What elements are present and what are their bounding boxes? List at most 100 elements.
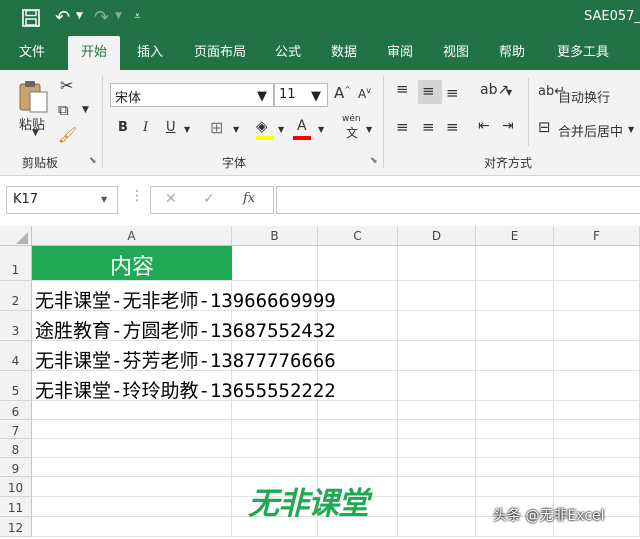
- orientation-icon[interactable]: ab↗: [480, 82, 509, 98]
- redo-dropdown-icon[interactable]: ▼: [115, 11, 122, 21]
- decrease-indent-icon[interactable]: ⇤: [478, 118, 490, 134]
- formula-input[interactable]: [276, 186, 640, 214]
- underline-dropdown-icon[interactable]: ▼: [184, 125, 190, 134]
- tab-page-layout[interactable]: 页面布局: [184, 36, 256, 70]
- tab-data[interactable]: 数据: [322, 36, 366, 70]
- align-middle-icon: ≡: [422, 82, 435, 100]
- paste-icon[interactable]: [18, 80, 50, 114]
- merge-center-icon[interactable]: ⊟: [538, 118, 551, 136]
- cut-icon[interactable]: ✂: [60, 76, 73, 95]
- tab-review[interactable]: 审阅: [378, 36, 422, 70]
- font-size-combo[interactable]: 11 ▼: [274, 83, 328, 107]
- row-header[interactable]: 2: [0, 281, 32, 311]
- underline-button[interactable]: U: [166, 120, 176, 135]
- font-color-swatch: [293, 136, 311, 140]
- row-header[interactable]: 5: [0, 371, 32, 401]
- row-header[interactable]: 12: [0, 517, 32, 537]
- tab-more-tools[interactable]: 更多工具: [548, 36, 618, 70]
- undo-icon[interactable]: ↶: [55, 7, 70, 28]
- paste-dropdown-icon[interactable]: ▼: [32, 128, 39, 138]
- separator: [528, 78, 529, 146]
- column-header-b[interactable]: B: [232, 226, 318, 246]
- tab-formulas[interactable]: 公式: [266, 36, 310, 70]
- chevron-down-icon[interactable]: ▼: [101, 195, 107, 204]
- row-header[interactable]: 11: [0, 497, 32, 517]
- font-launcher-icon[interactable]: ⬊: [370, 156, 378, 166]
- row-header[interactable]: 10: [0, 477, 32, 497]
- gridline: [32, 438, 640, 439]
- insert-function-button[interactable]: fx: [243, 191, 255, 206]
- customize-toolbar-icon[interactable]: ⩡: [134, 9, 141, 24]
- align-center-icon[interactable]: ≡: [422, 118, 435, 136]
- document-title: SAE057_S: [584, 9, 640, 24]
- phonetic-dropdown-icon[interactable]: ▼: [366, 125, 372, 134]
- align-left-icon[interactable]: ≡: [396, 118, 409, 136]
- wrap-text-button[interactable]: 自动换行: [558, 87, 610, 106]
- merge-dropdown-icon[interactable]: ▼: [628, 125, 634, 134]
- bold-button[interactable]: B: [118, 120, 128, 135]
- row-header[interactable]: 1: [0, 246, 32, 281]
- align-bottom-icon[interactable]: ≡: [446, 84, 459, 102]
- italic-button[interactable]: I: [143, 120, 148, 135]
- cell-a1[interactable]: 内容: [32, 246, 232, 280]
- align-top-icon[interactable]: ≡: [396, 80, 409, 98]
- row-header[interactable]: 6: [0, 401, 32, 420]
- copy-dropdown-icon[interactable]: ▼: [82, 105, 89, 115]
- name-box-value: K17: [13, 192, 39, 207]
- save-icon[interactable]: [22, 9, 40, 27]
- format-painter-icon[interactable]: 🖌: [58, 126, 77, 144]
- fill-color-icon[interactable]: ◈: [256, 117, 268, 135]
- font-group-label: 字体: [222, 156, 247, 170]
- name-box[interactable]: K17 ▼: [6, 186, 118, 214]
- enter-icon[interactable]: ✓: [203, 191, 215, 207]
- font-color-dropdown-icon[interactable]: ▼: [318, 125, 324, 134]
- tab-insert[interactable]: 插入: [126, 36, 174, 70]
- gridline: [32, 476, 640, 477]
- column-header-e[interactable]: E: [476, 226, 554, 246]
- cell-a2[interactable]: 无非课堂-无非老师-13966669999: [35, 286, 336, 313]
- increase-indent-icon[interactable]: ⇥: [502, 118, 514, 134]
- tab-help[interactable]: 帮助: [490, 36, 534, 70]
- redo-icon[interactable]: ↷: [94, 7, 109, 28]
- borders-icon[interactable]: ⊞: [210, 118, 223, 137]
- phonetic-button[interactable]: wén: [342, 114, 361, 124]
- formula-buttons: ✕ ✓ fx: [150, 186, 274, 214]
- orientation-dropdown-icon[interactable]: ▼: [506, 88, 512, 97]
- row-header[interactable]: 3: [0, 311, 32, 341]
- copy-icon[interactable]: ⧉: [58, 101, 69, 119]
- fill-color-dropdown-icon[interactable]: ▼: [278, 125, 284, 134]
- title-bar: ↶ ▼ ↷ ▼ ⩡ SAE057_S: [0, 0, 640, 36]
- cell-a3[interactable]: 途胜教育-方圆老师-13687552432: [35, 316, 336, 343]
- decrease-font-size-icon[interactable]: Av: [358, 86, 371, 101]
- cell-a5[interactable]: 无非课堂-玲玲助教-13655552222: [35, 376, 336, 403]
- row-header[interactable]: 8: [0, 439, 32, 458]
- gridline: [397, 246, 398, 537]
- chevron-down-icon[interactable]: ▼: [311, 89, 321, 104]
- borders-dropdown-icon[interactable]: ▼: [233, 125, 239, 134]
- cancel-icon[interactable]: ✕: [165, 191, 177, 207]
- cell-a1-text: 内容: [109, 255, 154, 280]
- font-name-value: 宋体: [115, 91, 142, 106]
- tab-home[interactable]: 开始: [68, 36, 120, 70]
- row-header[interactable]: 4: [0, 341, 32, 371]
- align-right-icon[interactable]: ≡: [446, 118, 459, 136]
- row-header[interactable]: 9: [0, 458, 32, 477]
- column-header-d[interactable]: D: [398, 226, 476, 246]
- font-color-icon[interactable]: A: [297, 118, 307, 134]
- increase-font-size-icon[interactable]: A^: [334, 84, 351, 102]
- gridline: [475, 246, 476, 537]
- merge-center-button[interactable]: 合并后居中: [558, 121, 623, 140]
- tab-view[interactable]: 视图: [434, 36, 478, 70]
- font-name-combo[interactable]: 宋体 ▼: [110, 83, 274, 107]
- undo-dropdown-icon[interactable]: ▼: [76, 11, 83, 21]
- cell-a4[interactable]: 无非课堂-芬芳老师-13877776666: [35, 346, 336, 373]
- select-all-button[interactable]: [0, 226, 32, 246]
- font-size-value: 11: [279, 87, 296, 102]
- row-header[interactable]: 7: [0, 420, 32, 439]
- column-header-a[interactable]: A: [32, 226, 232, 246]
- column-header-f[interactable]: F: [554, 226, 640, 246]
- chevron-down-icon[interactable]: ▼: [257, 89, 267, 104]
- column-header-c[interactable]: C: [318, 226, 398, 246]
- tab-file[interactable]: 文件: [8, 36, 56, 70]
- clipboard-launcher-icon[interactable]: ⬊: [89, 156, 97, 166]
